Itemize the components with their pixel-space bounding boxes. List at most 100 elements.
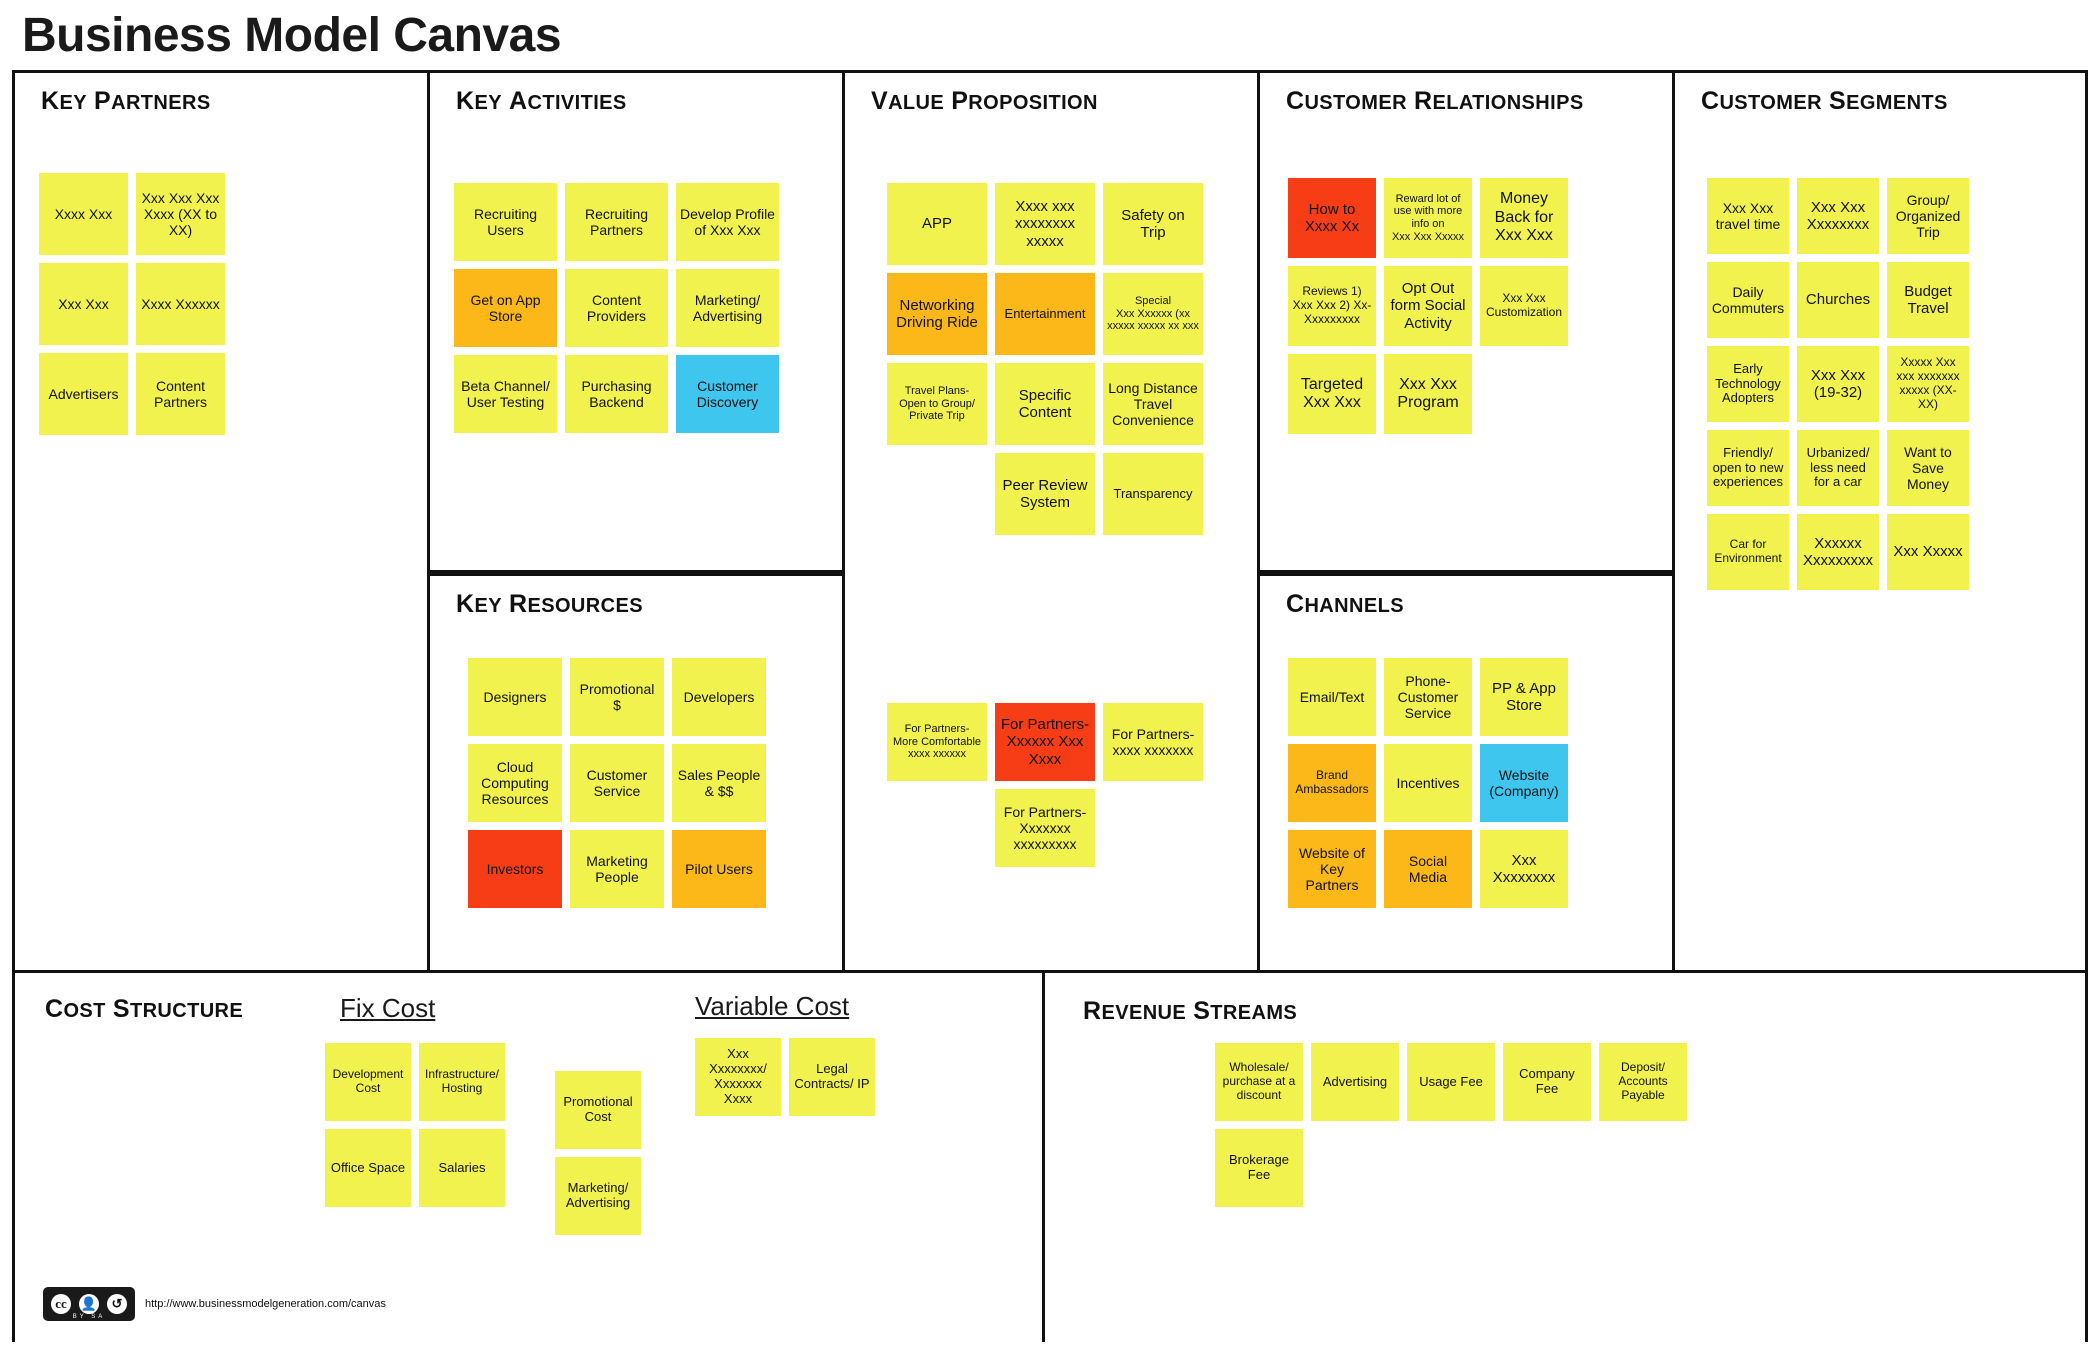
sticky-note[interactable]: Purchasing Backend	[565, 355, 668, 433]
sticky-note[interactable]: For Partners- xxxx xxxxxxx	[1103, 703, 1203, 781]
sticky-note[interactable]: Xxxx Xxx	[39, 173, 128, 255]
sticky-note-label: Xxx Xxx travel time	[1715, 199, 1781, 232]
sticky-note[interactable]: Specific Content	[995, 363, 1095, 445]
sticky-note[interactable]: Infrastructure/ Hosting	[419, 1043, 505, 1121]
sticky-note[interactable]: Promotional $	[570, 658, 664, 736]
sticky-note[interactable]: Office Space	[325, 1129, 411, 1207]
sticky-note[interactable]: Peer Review System	[995, 453, 1095, 535]
sticky-note[interactable]: Content Partners	[136, 353, 225, 435]
sticky-note[interactable]: Legal Contracts/ IP	[789, 1038, 875, 1116]
sticky-note[interactable]: Group/ Organized Trip	[1887, 178, 1969, 254]
sticky-note[interactable]: Get on App Store	[454, 269, 557, 347]
sticky-note[interactable]: Pilot Users	[672, 830, 766, 908]
sticky-note[interactable]: Xxxxx Xxx xxx xxxxxxx xxxxx (XX-XX)	[1887, 346, 1969, 422]
sticky-note[interactable]: Xxx Xxx Program	[1384, 354, 1472, 434]
sticky-note[interactable]: Xxx Xxxxxxxx/ Xxxxxxx Xxxx	[695, 1038, 781, 1116]
sticky-note[interactable]: Website of Key Partners	[1288, 830, 1376, 908]
sticky-note[interactable]: Marketing/ Advertising	[676, 269, 779, 347]
sticky-note[interactable]: Advertising	[1311, 1043, 1399, 1121]
sticky-note[interactable]: Marketing People	[570, 830, 664, 908]
sticky-note[interactable]: Developers	[672, 658, 766, 736]
sticky-note[interactable]: Xxx Xxxxx	[1887, 514, 1969, 590]
sticky-note[interactable]: Xxx Xxx (19-32)	[1797, 346, 1879, 422]
sticky-note[interactable]: Develop Profile of Xxx Xxx	[676, 183, 779, 261]
sticky-note[interactable]: Incentives	[1384, 744, 1472, 822]
sticky-note[interactable]: Xxxx Xxxxxx	[136, 263, 225, 345]
sticky-note[interactable]: Xxxxxx Xxxxxxxxx	[1797, 514, 1879, 590]
sticky-note[interactable]: Reviews 1) Xxx Xxx 2) Xx-Xxxxxxxxx	[1288, 266, 1376, 346]
sticky-note[interactable]: PP & App Store	[1480, 658, 1568, 736]
sticky-note[interactable]: Recruiting Users	[454, 183, 557, 261]
sticky-note[interactable]: How to Xxxx Xx	[1288, 178, 1376, 258]
sticky-note[interactable]: Email/Text	[1288, 658, 1376, 736]
key-partners-notes: Xxxx Xxx Xxx Xxx Xxx Xxxx (XX to XX) Xxx X…	[39, 173, 229, 435]
value-proposition-title: VALUE PROPOSITION	[871, 87, 1098, 115]
sticky-note[interactable]: Long Distance Travel Convenience	[1103, 363, 1203, 445]
sticky-note[interactable]: Customer Service	[570, 744, 664, 822]
sticky-note[interactable]: Salaries	[419, 1129, 505, 1207]
sticky-note[interactable]: Friendly/ open to new experiences	[1707, 430, 1789, 506]
sticky-note[interactable]: Travel Plans- Open to Group/ Private Tri…	[887, 363, 987, 445]
sticky-note[interactable]: Reward lot of use with more info on Xxx …	[1384, 178, 1472, 258]
sticky-note[interactable]: Opt Out form Social Activity	[1384, 266, 1472, 346]
sticky-note[interactable]: Promotional Cost	[555, 1071, 641, 1149]
sticky-note[interactable]: Xxx Xxx Xxxxxxxx	[1797, 178, 1879, 254]
sticky-note[interactable]: Transparency	[1103, 453, 1203, 535]
sticky-note[interactable]: Brand Ambassadors	[1288, 744, 1376, 822]
sticky-note[interactable]: For Partners- Xxxxxxx xxxxxxxxx	[995, 789, 1095, 867]
cc-sub-label: BY SA	[72, 1314, 106, 1320]
sticky-note[interactable]: Xxxx xxx xxxxxxxx xxxxx	[995, 183, 1095, 265]
sticky-note[interactable]: Marketing/ Advertising	[555, 1157, 641, 1235]
sticky-note[interactable]: Brokerage Fee	[1215, 1129, 1303, 1207]
sticky-note[interactable]: Sales People & $$	[672, 744, 766, 822]
sticky-note[interactable]: Phone- Customer Service	[1384, 658, 1472, 736]
sticky-note[interactable]: Car for Environment	[1707, 514, 1789, 590]
sticky-note[interactable]: Website (Company)	[1480, 744, 1568, 822]
sticky-note[interactable]: Beta Channel/ User Testing	[454, 355, 557, 433]
sticky-note[interactable]: Investors	[468, 830, 562, 908]
value-proposition-notes-top: APP Xxxx xxx xxxxxxxx xxxxx Safety on Trip…	[887, 183, 1207, 535]
sticky-note[interactable]: APP	[887, 183, 987, 265]
sticky-note[interactable]: Cloud Computing Resources	[468, 744, 562, 822]
sticky-note[interactable]: Targeted Xxx Xxx	[1288, 354, 1376, 434]
sticky-note-label: Transparency	[1113, 485, 1193, 501]
key-activities-title: KEY ACTIVITIES	[456, 87, 627, 115]
sticky-note[interactable]: Xxx Xxx Xxx Xxxx (XX to XX)	[136, 173, 225, 255]
sticky-note[interactable]: Budget Travel	[1887, 262, 1969, 338]
sticky-note[interactable]: Daily Commuters	[1707, 262, 1789, 338]
sticky-note[interactable]: Money Back for Xxx Xxx	[1480, 178, 1568, 258]
page-title: Business Model Canvas	[22, 9, 562, 62]
sticky-note[interactable]: Safety on Trip	[1103, 183, 1203, 265]
sticky-note[interactable]: Usage Fee	[1407, 1043, 1495, 1121]
sticky-note-label: Office Space	[330, 1159, 406, 1175]
sticky-note[interactable]: Xxx Xxxxxxxx	[1480, 830, 1568, 908]
sticky-note[interactable]: Deposit/ Accounts Payable	[1599, 1043, 1687, 1121]
sticky-note[interactable]: Urbanized/ less need for a car	[1797, 430, 1879, 506]
sticky-note[interactable]: Content Providers	[565, 269, 668, 347]
sticky-note[interactable]: For Partners- Xxxxxx Xxx Xxxx	[995, 703, 1095, 781]
revenue-streams-title: REVENUE STREAMS	[1083, 997, 1298, 1025]
sticky-note[interactable]: Customer Discovery	[676, 355, 779, 433]
sticky-note[interactable]: Wholesale/ purchase at a discount	[1215, 1043, 1303, 1121]
sticky-note[interactable]: Entertainment	[995, 273, 1095, 355]
sticky-note[interactable]: Special Xxx Xxxxxx (xx xxxxx xxxxx xx xx…	[1103, 273, 1203, 355]
sticky-note-label: For Partners- Xxxxxx Xxx Xxxx	[1000, 716, 1090, 768]
sticky-note[interactable]: Xxx Xxx	[39, 263, 128, 345]
sticky-note[interactable]: Recruiting Partners	[565, 183, 668, 261]
sticky-note[interactable]: Churches	[1797, 262, 1879, 338]
sticky-note[interactable]: Networking Driving Ride	[887, 273, 987, 355]
sticky-note[interactable]: Advertisers	[39, 353, 128, 435]
sticky-note[interactable]: Early Technology Adopters	[1707, 346, 1789, 422]
sticky-note[interactable]: For Partners- More Comfortable xxxx xxxx…	[887, 703, 987, 781]
license-url: http://www.businessmodelgeneration.com/c…	[145, 1298, 386, 1310]
sticky-note[interactable]: Xxx Xxx travel time	[1707, 178, 1789, 254]
sticky-note-label: Marketing/ Advertising	[692, 291, 763, 324]
sticky-note-label: Urbanized/ less need for a car	[1806, 444, 1870, 490]
sticky-note[interactable]: Designers	[468, 658, 562, 736]
sticky-note[interactable]: Want to Save Money	[1887, 430, 1969, 506]
sticky-note[interactable]: Xxx Xxx Customization	[1480, 266, 1568, 346]
sticky-note[interactable]: Social Media	[1384, 830, 1472, 908]
sticky-note[interactable]: Company Fee	[1503, 1043, 1591, 1121]
sticky-note[interactable]: Development Cost	[325, 1043, 411, 1121]
sticky-note-label: Xxx Xxxxxxxx	[1492, 851, 1556, 886]
